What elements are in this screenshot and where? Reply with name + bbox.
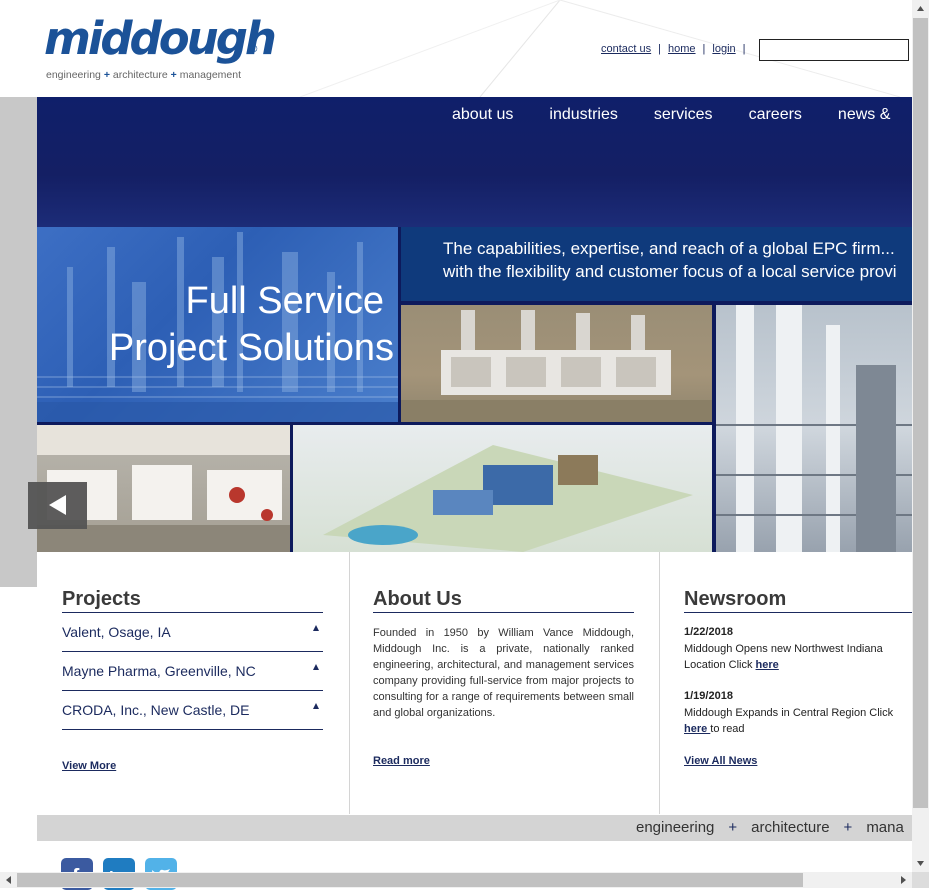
logo-wordmark[interactable]: middough: [44, 12, 277, 65]
scrollbar-corner: [912, 872, 929, 888]
link-separator: |: [702, 43, 706, 55]
search-input[interactable]: [759, 39, 909, 61]
news-here-link[interactable]: here: [684, 723, 710, 735]
project-label: Mayne Pharma, Greenville, NC: [62, 663, 256, 679]
footer-word: mana: [866, 819, 904, 836]
newsroom-title: Newsroom: [684, 588, 787, 610]
scroll-right-arrow-icon[interactable]: [895, 872, 912, 888]
hero-tagline-line1: The capabilities, expertise, and reach o…: [443, 239, 895, 258]
main-nav-band: about us industries services careers news &: [37, 97, 912, 227]
scroll-up-arrow-icon[interactable]: [912, 0, 929, 17]
news-text: Middough Expands in Central Region Click: [684, 707, 894, 719]
footer-plus: +: [728, 819, 738, 836]
hero-banner: about us industries services careers news & …: [37, 97, 912, 552]
link-separator: |: [658, 43, 661, 55]
news-text: Middough Opens new Northwest Indiana Loc…: [684, 643, 883, 671]
nav-about-us[interactable]: about us: [452, 106, 513, 123]
scroll-left-arrow-icon[interactable]: [0, 872, 17, 888]
view-all-news-link[interactable]: View All News: [684, 755, 757, 767]
news-here-link[interactable]: here: [756, 659, 779, 671]
contact-us-link[interactable]: contact us: [601, 43, 651, 55]
read-more-link[interactable]: Read more: [373, 755, 430, 767]
about-title: About Us: [373, 588, 462, 610]
about-body: Founded in 1950 by William Vance Middoug…: [373, 627, 634, 719]
news-date: 1/22/2018: [684, 626, 733, 638]
caret-up-icon: [313, 664, 319, 670]
hero-headline-line1: Full Service: [185, 280, 385, 322]
nav-news[interactable]: news &: [838, 106, 890, 123]
footer-word: architecture: [751, 819, 830, 836]
tagline-engineering: engineering: [46, 69, 101, 81]
nav-careers[interactable]: careers: [749, 106, 802, 123]
refinery-silhouette-image: [37, 232, 398, 422]
news-item: Middough Expands in Central Region Click…: [684, 705, 909, 737]
facility-rendering-image[interactable]: [293, 425, 712, 552]
column-divider: [659, 552, 660, 814]
news-date: 1/19/2018: [684, 690, 733, 702]
nav-industries[interactable]: industries: [549, 106, 617, 123]
slider-prev-button[interactable]: [28, 482, 87, 529]
tagline-plus: +: [170, 69, 177, 81]
project-label: CRODA, Inc., New Castle, DE: [62, 702, 250, 718]
view-more-link[interactable]: View More: [62, 760, 116, 772]
project-item[interactable]: Mayne Pharma, Greenville, NC: [62, 652, 323, 691]
hero-tagline-line2: with the flexibility and customer focus …: [443, 262, 897, 281]
hero-headline-line2: Project Solutions: [108, 327, 394, 369]
column-divider: [349, 552, 350, 814]
logo-tagline: engineering + architecture + management: [46, 69, 241, 81]
hero-tagline-band: The capabilities, expertise, and reach o…: [401, 227, 912, 301]
vertical-scrollbar-thumb[interactable]: [913, 18, 928, 808]
tagline-plus: +: [103, 69, 110, 81]
login-link[interactable]: login: [712, 43, 735, 55]
news-after-text: to read: [710, 723, 745, 735]
triangle-left-icon: [49, 495, 66, 515]
tagline-architecture: architecture: [112, 69, 168, 81]
footer-plus: +: [843, 819, 853, 836]
footer-word: engineering: [636, 819, 715, 836]
footer-tagline: engineering + architecture + mana: [636, 819, 904, 836]
power-plant-photo[interactable]: [401, 305, 712, 422]
full-service-tile[interactable]: Full Service Project Solutions: [37, 227, 398, 422]
news-item: Middough Opens new Northwest Indiana Loc…: [684, 641, 909, 673]
project-label: Valent, Osage, IA: [62, 624, 171, 640]
footer-band: engineering + architecture + mana: [37, 815, 912, 841]
refinery-towers-photo[interactable]: [716, 305, 912, 552]
project-item[interactable]: CRODA, Inc., New Castle, DE: [62, 691, 323, 730]
link-separator: |: [742, 43, 746, 55]
newsroom-title-rule: [684, 612, 912, 613]
home-link[interactable]: home: [668, 43, 696, 55]
utility-links: contact us | home | login |: [601, 43, 753, 55]
scroll-down-arrow-icon[interactable]: [912, 855, 929, 872]
about-title-rule: [373, 612, 634, 613]
project-item[interactable]: Valent, Osage, IA: [62, 613, 323, 652]
nav-services[interactable]: services: [654, 106, 713, 123]
projects-title: Projects: [62, 588, 141, 610]
caret-up-icon: [313, 625, 319, 631]
tagline-management: management: [179, 69, 242, 81]
horizontal-scrollbar-thumb[interactable]: [17, 873, 803, 887]
content-columns: Projects Valent, Osage, IA Mayne Pharma,…: [37, 552, 912, 814]
main-nav: about us industries services careers news &: [452, 106, 912, 124]
caret-up-icon: [313, 703, 319, 709]
logo-registered-mark: ®: [250, 44, 258, 55]
